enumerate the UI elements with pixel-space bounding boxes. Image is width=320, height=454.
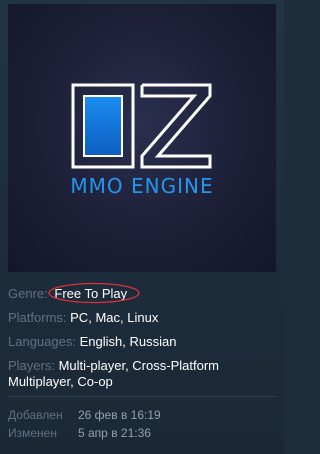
genre-link[interactable]: Free To Play: [54, 286, 127, 301]
players-link-coop[interactable]: Co-op: [77, 374, 112, 389]
logo-text: MMO ENGINE: [70, 174, 214, 198]
changed-label: Изменен: [8, 426, 57, 440]
platform-link-pc[interactable]: PC: [70, 310, 88, 325]
changed-value: 5 апр в 21:36: [78, 426, 151, 440]
platforms-row: Platforms: PC, Mac, Linux: [8, 310, 276, 326]
oz-logo-icon: [71, 83, 212, 169]
language-link-russian[interactable]: Russian: [129, 334, 176, 349]
players-row: Players: Multi-player, Cross-Platform Mu…: [8, 358, 276, 390]
languages-label: Languages:: [8, 334, 76, 349]
genre-row: Genre: Free To Play: [8, 282, 276, 304]
item-details-panel: MMO ENGINE Genre: Free To Play Platforms…: [0, 0, 284, 454]
players-link-multiplayer[interactable]: Multi-player: [59, 358, 125, 373]
divider: [8, 396, 276, 397]
changed-row: Изменен 5 апр в 21:36: [8, 424, 161, 442]
languages-row: Languages: English, Russian: [8, 334, 276, 350]
platform-link-mac[interactable]: Mac: [95, 310, 120, 325]
genre-label: Genre:: [8, 286, 48, 301]
platforms-label: Platforms:: [8, 310, 67, 325]
dates-block: Добавлен 26 фев в 16:19 Изменен 5 апр в …: [8, 406, 161, 442]
genre-highlight: Free To Play: [48, 282, 141, 304]
language-link-english[interactable]: English: [80, 334, 123, 349]
added-value: 26 фев в 16:19: [78, 408, 161, 422]
players-label: Players:: [8, 358, 55, 373]
preview-image[interactable]: MMO ENGINE: [8, 4, 276, 272]
added-label: Добавлен: [8, 408, 63, 422]
details-block: Genre: Free To Play Platforms: PC, Mac, …: [8, 282, 276, 398]
added-row: Добавлен 26 фев в 16:19: [8, 406, 161, 424]
platform-link-linux[interactable]: Linux: [127, 310, 158, 325]
